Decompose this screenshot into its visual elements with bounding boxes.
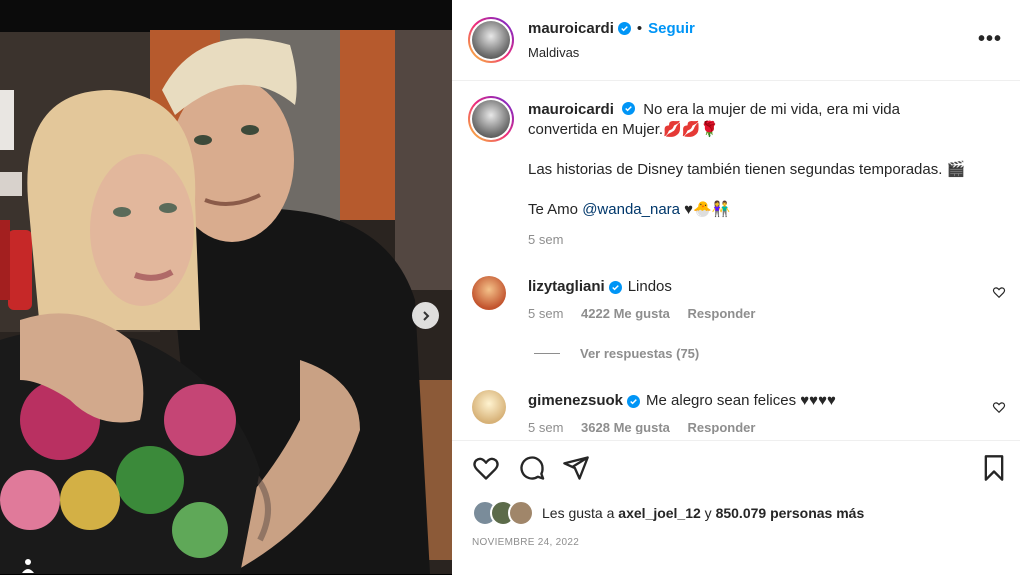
photo-illustration	[0, 0, 452, 574]
view-replies-button[interactable]: Ver respuestas (75)	[534, 346, 699, 361]
liker-avatar	[508, 500, 534, 526]
caption-block: mauroicardi No era la mujer de mi vida, …	[528, 100, 998, 250]
likes-middle: y	[700, 505, 716, 521]
post-date[interactable]: NOVIEMBRE 24, 2022	[472, 537, 579, 548]
comment-time[interactable]: 5 sem	[528, 420, 563, 434]
verified-icon	[608, 280, 622, 294]
comment-like-icon[interactable]	[992, 400, 1006, 414]
view-replies-label: Ver respuestas (75)	[580, 346, 700, 361]
caption-line-2: convertida en Mujer.💋💋🌹	[528, 121, 720, 138]
follow-button[interactable]: Seguir	[648, 20, 695, 37]
post-details-panel: mauroicardi • Seguir Maldivas ••• mauroi…	[452, 0, 1020, 575]
comment-meta: 5 sem 4222 Me gusta Responder	[528, 306, 755, 321]
caption-username[interactable]: mauroicardi	[528, 101, 614, 118]
caption-time[interactable]: 5 sem	[528, 230, 998, 250]
bookmark-icon[interactable]	[980, 454, 1008, 482]
comment-like-icon[interactable]	[992, 285, 1006, 299]
replies-line	[534, 353, 560, 354]
share-icon[interactable]	[562, 454, 590, 482]
caption-line-1: No era la mujer de mi vida, era mi vida	[643, 101, 900, 118]
comment-text: Lindos	[627, 278, 672, 295]
chevron-right-icon	[422, 310, 429, 321]
reply-button[interactable]: Responder	[688, 420, 756, 434]
comment-1: lizytagliani Lindos	[528, 277, 672, 297]
comments-section[interactable]: mauroicardi No era la mujer de mi vida, …	[452, 80, 1020, 434]
commenter-avatar[interactable]	[472, 276, 506, 310]
caption-line-4: Te Amo @wanda_nara ♥🐣👫	[528, 200, 998, 220]
comment-username[interactable]: gimenezsuok	[528, 391, 623, 411]
caption-avatar[interactable]	[468, 96, 514, 142]
verified-icon	[627, 394, 641, 408]
comment-likes[interactable]: 3628 Me gusta	[581, 420, 670, 434]
user-tag-icon[interactable]	[20, 557, 36, 573]
likes-count[interactable]: 850.079 personas más	[716, 505, 865, 521]
caption-emoji: ♥🐣👫	[680, 201, 731, 218]
comment-meta: 5 sem 3628 Me gusta Responder	[528, 420, 755, 434]
comment-likes[interactable]: 4222 Me gusta	[581, 306, 670, 321]
caption-love-text: Te Amo	[528, 201, 583, 218]
post-header: mauroicardi • Seguir Maldivas •••	[452, 0, 1020, 81]
commenter-avatar[interactable]	[472, 390, 506, 424]
likes-prefix: Les gusta a	[542, 505, 619, 521]
caption-line-3: Las historias de Disney también tienen s…	[528, 161, 966, 178]
comment-text: Me alegro sean felices ♥♥♥♥	[646, 392, 836, 409]
comment-username[interactable]: lizytagliani	[528, 277, 605, 297]
more-options-button[interactable]: •••	[978, 28, 1002, 51]
post-location[interactable]: Maldivas	[528, 45, 579, 60]
author-avatar[interactable]	[468, 17, 514, 63]
author-username[interactable]: mauroicardi	[528, 20, 614, 37]
comment-time[interactable]: 5 sem	[528, 306, 563, 321]
liker-username[interactable]: axel_joel_12	[618, 505, 701, 521]
verified-icon	[622, 102, 636, 115]
reply-button[interactable]: Responder	[688, 306, 756, 321]
heart-icon[interactable]	[472, 454, 500, 482]
likes-text: Les gusta a axel_joel_12 y 850.079 perso…	[542, 505, 864, 521]
separator-dot: •	[636, 20, 643, 37]
verified-icon	[617, 22, 631, 35]
comment-2: gimenezsuok Me alegro sean felices ♥♥♥♥	[528, 391, 836, 411]
likes-summary[interactable]: Les gusta a axel_joel_12 y 850.079 perso…	[472, 500, 864, 526]
post-photo[interactable]	[0, 0, 452, 574]
caption-mention-link[interactable]: @wanda_nara	[582, 201, 680, 218]
comment-icon[interactable]	[518, 454, 546, 482]
next-photo-button[interactable]	[412, 302, 439, 329]
